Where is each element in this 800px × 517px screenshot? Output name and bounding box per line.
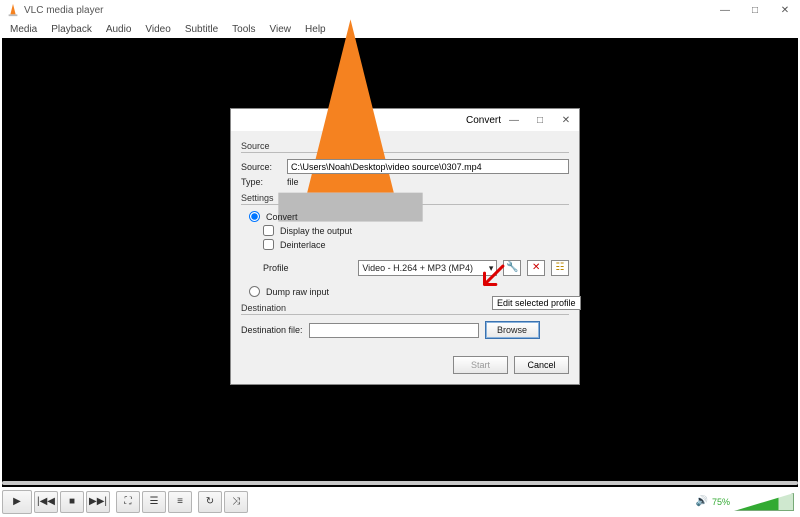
dialog-minimize-button[interactable]: — [501, 110, 527, 130]
playlist-button[interactable]: ≡ [168, 491, 192, 513]
dest-file-input[interactable] [309, 323, 479, 338]
menu-playback[interactable]: Playback [51, 24, 92, 35]
play-icon: ▶ [13, 497, 21, 507]
dump-raw-radio[interactable] [249, 286, 260, 297]
prev-icon: |◀◀ [37, 497, 55, 507]
menu-audio[interactable]: Audio [106, 24, 132, 35]
display-output-checkbox[interactable] [263, 225, 274, 236]
play-button[interactable]: ▶ [2, 490, 32, 514]
next-icon: ▶▶| [89, 497, 107, 507]
deinterlace-label: Deinterlace [280, 240, 326, 250]
volume-percent: 75% [712, 497, 730, 507]
vlc-cone-icon [6, 3, 20, 17]
convert-radio-label: Convert [266, 212, 298, 222]
profile-label: Profile [263, 263, 352, 273]
next-button[interactable]: ▶▶| [86, 491, 110, 513]
window-controls: — □ ✕ [710, 0, 800, 20]
app-title: VLC media player [24, 5, 103, 16]
new-profile-icon: ☷ [556, 263, 565, 273]
shuffle-button[interactable]: ⤨ [224, 491, 248, 513]
convert-dialog: Convert — □ ✕ Source Source: Type: file … [230, 108, 580, 385]
volume-control[interactable]: 🔊 75% [696, 493, 798, 511]
dialog-maximize-button[interactable]: □ [527, 110, 553, 130]
menu-media[interactable]: Media [10, 24, 37, 35]
source-input[interactable] [287, 159, 569, 174]
loop-button[interactable]: ↻ [198, 491, 222, 513]
fullscreen-button[interactable]: ⛶ [116, 491, 140, 513]
convert-radio[interactable] [249, 211, 260, 222]
profile-value: Video - H.264 + MP3 (MP4) [362, 263, 473, 273]
type-label: Type: [241, 177, 281, 187]
dialog-title: Convert [466, 115, 501, 126]
fullscreen-icon: ⛶ [125, 497, 132, 507]
extended-settings-button[interactable]: ☰ [142, 491, 166, 513]
close-button[interactable]: ✕ [770, 0, 800, 20]
speaker-icon: 🔊 [696, 497, 708, 507]
shuffle-icon: ⤨ [232, 497, 240, 507]
start-button[interactable]: Start [453, 356, 508, 374]
previous-button[interactable]: |◀◀ [34, 491, 58, 513]
dest-file-label: Destination file: [241, 325, 303, 335]
display-output-label: Display the output [280, 226, 352, 236]
maximize-button[interactable]: □ [740, 0, 770, 20]
dialog-footer: Start Cancel [231, 350, 579, 384]
dump-raw-label: Dump raw input [266, 287, 329, 297]
deinterlace-checkbox[interactable] [263, 239, 274, 250]
minimize-button[interactable]: — [710, 0, 740, 20]
menu-subtitle[interactable]: Subtitle [185, 24, 218, 35]
volume-slider[interactable] [734, 493, 794, 511]
source-label: Source: [241, 162, 281, 172]
delete-profile-button[interactable]: ✕ [527, 260, 545, 276]
delete-icon: ✕ [532, 263, 540, 273]
dialog-titlebar[interactable]: Convert — □ ✕ [231, 109, 579, 131]
cancel-button[interactable]: Cancel [514, 356, 569, 374]
new-profile-button[interactable]: ☷ [551, 260, 569, 276]
stop-icon: ■ [69, 497, 75, 507]
stop-button[interactable]: ■ [60, 491, 84, 513]
browse-button[interactable]: Browse [485, 321, 540, 339]
loop-icon: ↻ [206, 497, 214, 507]
type-value: file [287, 177, 299, 187]
bottom-controls: ▶ |◀◀ ■ ▶▶| ⛶ ☰ ≡ ↻ ⤨ 🔊 75% [2, 488, 798, 516]
edit-profile-tooltip: Edit selected profile [492, 296, 581, 310]
extended-icon: ☰ [150, 497, 159, 507]
seek-bar[interactable] [2, 479, 798, 487]
playlist-icon: ≡ [177, 497, 183, 507]
dialog-close-button[interactable]: ✕ [553, 110, 579, 130]
menu-video[interactable]: Video [145, 24, 170, 35]
